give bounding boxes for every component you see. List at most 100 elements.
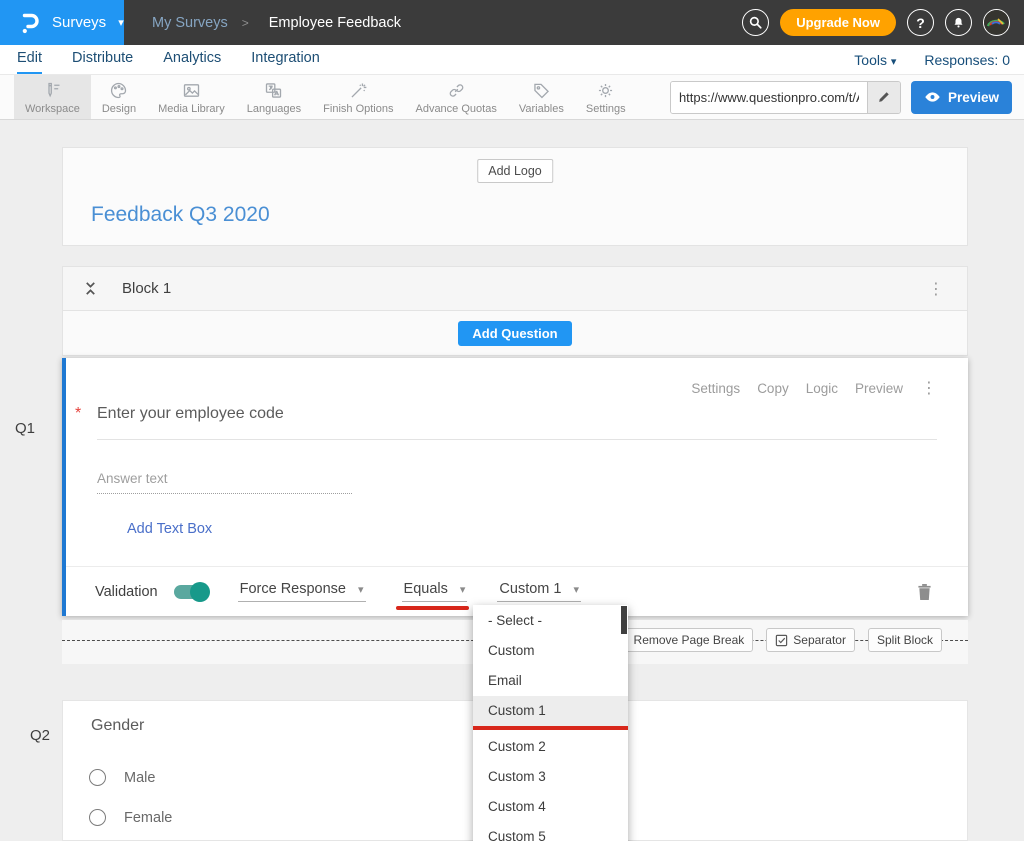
survey-header-card: Add Logo Feedback Q3 2020 bbox=[62, 147, 968, 246]
question-copy-link[interactable]: Copy bbox=[757, 381, 789, 396]
toolbar-item-finish-options[interactable]: Finish Options bbox=[312, 75, 404, 119]
workspace-icon bbox=[42, 80, 63, 101]
annotation-underline-equals bbox=[396, 606, 470, 610]
toolbar-item-workspace[interactable]: Workspace bbox=[14, 75, 91, 119]
chevron-down-icon: ▾ bbox=[573, 583, 579, 596]
question-text-row: * Enter your employee code bbox=[75, 405, 937, 440]
validation-type-select[interactable]: Force Response ▾ bbox=[238, 581, 366, 602]
translate-icon bbox=[263, 80, 284, 101]
add-logo-button[interactable]: Add Logo bbox=[477, 159, 553, 183]
question-settings-link[interactable]: Settings bbox=[691, 381, 740, 396]
question-text[interactable]: Enter your employee code bbox=[97, 405, 937, 440]
add-question-button[interactable]: Add Question bbox=[458, 321, 571, 346]
chain-link-icon bbox=[446, 80, 467, 101]
upgrade-now-button[interactable]: Upgrade Now bbox=[780, 9, 896, 36]
notifications-button[interactable] bbox=[945, 9, 972, 36]
tab-integration[interactable]: Integration bbox=[251, 45, 320, 74]
question-card-q1[interactable]: Settings Copy Logic Preview ⋮ * Enter yo… bbox=[62, 358, 968, 616]
block-header: Block 1 ⋮ bbox=[63, 267, 967, 311]
block-kebab-menu[interactable]: ⋮ bbox=[928, 279, 945, 299]
dropdown-option-custom[interactable]: Custom bbox=[473, 636, 628, 666]
breadcrumb-my-surveys[interactable]: My Surveys bbox=[152, 15, 228, 31]
toolbar-item-variables[interactable]: Variables bbox=[508, 75, 575, 119]
question-logic-link[interactable]: Logic bbox=[806, 381, 838, 396]
user-avatar[interactable] bbox=[983, 9, 1010, 36]
validation-value-dropdown-menu: - Select - Custom Email Custom 1 Custom … bbox=[473, 605, 628, 841]
block-card: Block 1 ⋮ Add Question bbox=[62, 266, 968, 356]
question-text[interactable]: Gender bbox=[91, 717, 144, 735]
eye-icon bbox=[924, 91, 941, 103]
tag-icon bbox=[531, 80, 552, 101]
tab-edit[interactable]: Edit bbox=[17, 45, 42, 74]
top-bar-actions: Upgrade Now ? bbox=[742, 9, 1024, 36]
search-icon bbox=[748, 15, 763, 30]
breadcrumb-chevron-icon: > bbox=[242, 16, 249, 30]
survey-title[interactable]: Feedback Q3 2020 bbox=[91, 203, 270, 227]
gear-icon bbox=[595, 80, 616, 101]
survey-url-group bbox=[670, 81, 901, 114]
tab-distribute[interactable]: Distribute bbox=[72, 45, 133, 74]
palette-icon bbox=[108, 80, 129, 101]
breadcrumb: My Surveys > Employee Feedback bbox=[152, 15, 401, 31]
question-actions: Settings Copy Logic Preview ⋮ bbox=[691, 378, 938, 398]
responses-count[interactable]: Responses: 0 bbox=[924, 52, 1010, 68]
help-icon: ? bbox=[916, 15, 925, 31]
dropdown-option-custom-2[interactable]: Custom 2 bbox=[473, 732, 628, 762]
top-bar: Surveys ▾ My Surveys > Employee Feedback… bbox=[0, 0, 1024, 45]
editor-toolbar: Workspace Design Media Library Languages bbox=[0, 75, 1024, 120]
dropdown-scrollbar-thumb[interactable] bbox=[621, 606, 627, 634]
dropdown-option-custom-3[interactable]: Custom 3 bbox=[473, 762, 628, 792]
validation-operator-select[interactable]: Equals ▾ bbox=[402, 581, 468, 602]
question-number-q2: Q2 bbox=[30, 727, 50, 744]
radio-option-female[interactable]: Female bbox=[89, 809, 172, 826]
avatar-image bbox=[984, 10, 1008, 34]
questionpro-logo-icon bbox=[16, 10, 42, 36]
survey-url-input[interactable] bbox=[671, 82, 867, 113]
question-kebab-menu[interactable]: ⋮ bbox=[921, 378, 938, 398]
bell-icon bbox=[951, 15, 966, 30]
validation-label: Validation bbox=[95, 584, 158, 600]
radio-option-male[interactable]: Male bbox=[89, 769, 155, 786]
tools-menu[interactable]: Tools ▾ bbox=[854, 52, 896, 68]
split-block-button[interactable]: Split Block bbox=[868, 628, 942, 652]
help-button[interactable]: ? bbox=[907, 9, 934, 36]
dropdown-option-custom-5[interactable]: Custom 5 bbox=[473, 822, 628, 841]
question-preview-link[interactable]: Preview bbox=[855, 381, 903, 396]
dropdown-option-custom-1[interactable]: Custom 1 bbox=[473, 696, 628, 726]
edit-url-button[interactable] bbox=[867, 82, 900, 113]
toolbar-item-advance-quotas[interactable]: Advance Quotas bbox=[404, 75, 507, 119]
search-button[interactable] bbox=[742, 9, 769, 36]
dropdown-option-email[interactable]: Email bbox=[473, 666, 628, 696]
dropdown-option-select[interactable]: - Select - bbox=[473, 606, 628, 636]
image-icon bbox=[181, 80, 202, 101]
tab-analytics[interactable]: Analytics bbox=[163, 45, 221, 74]
breadcrumb-current-survey: Employee Feedback bbox=[269, 15, 401, 31]
validation-value-select[interactable]: Custom 1 ▾ bbox=[497, 581, 581, 602]
toolbar-item-design[interactable]: Design bbox=[91, 75, 147, 119]
radio-icon[interactable] bbox=[89, 809, 106, 826]
trash-icon bbox=[917, 583, 932, 601]
validation-toggle[interactable] bbox=[174, 585, 208, 599]
collapse-block-button[interactable] bbox=[83, 280, 98, 297]
remove-page-break-button[interactable]: Remove Page Break bbox=[607, 628, 754, 652]
checkbox-checked-icon bbox=[775, 634, 788, 647]
chevron-down-icon: ▾ bbox=[460, 583, 466, 596]
toolbar-item-languages[interactable]: Languages bbox=[236, 75, 312, 119]
product-menu-label: Surveys bbox=[52, 14, 106, 31]
delete-question-button[interactable] bbox=[917, 583, 932, 601]
section-tabs: Edit Distribute Analytics Integration To… bbox=[0, 45, 1024, 75]
preview-button[interactable]: Preview bbox=[911, 81, 1012, 114]
radio-icon[interactable] bbox=[89, 769, 106, 786]
toggle-knob bbox=[190, 582, 210, 602]
block-title: Block 1 bbox=[122, 280, 171, 297]
page-break-buttons: Remove Page Break Separator Split Block bbox=[607, 628, 942, 652]
annotation-underline-custom-1 bbox=[473, 726, 628, 730]
toolbar-item-media-library[interactable]: Media Library bbox=[147, 75, 236, 119]
product-menu[interactable]: Surveys ▾ bbox=[0, 0, 124, 45]
add-text-box-link[interactable]: Add Text Box bbox=[127, 521, 212, 537]
separator-button[interactable]: Separator bbox=[766, 628, 855, 652]
pencil-icon bbox=[877, 90, 891, 104]
answer-text-field[interactable]: Answer text bbox=[97, 471, 352, 494]
dropdown-option-custom-4[interactable]: Custom 4 bbox=[473, 792, 628, 822]
toolbar-item-settings[interactable]: Settings bbox=[575, 75, 637, 119]
